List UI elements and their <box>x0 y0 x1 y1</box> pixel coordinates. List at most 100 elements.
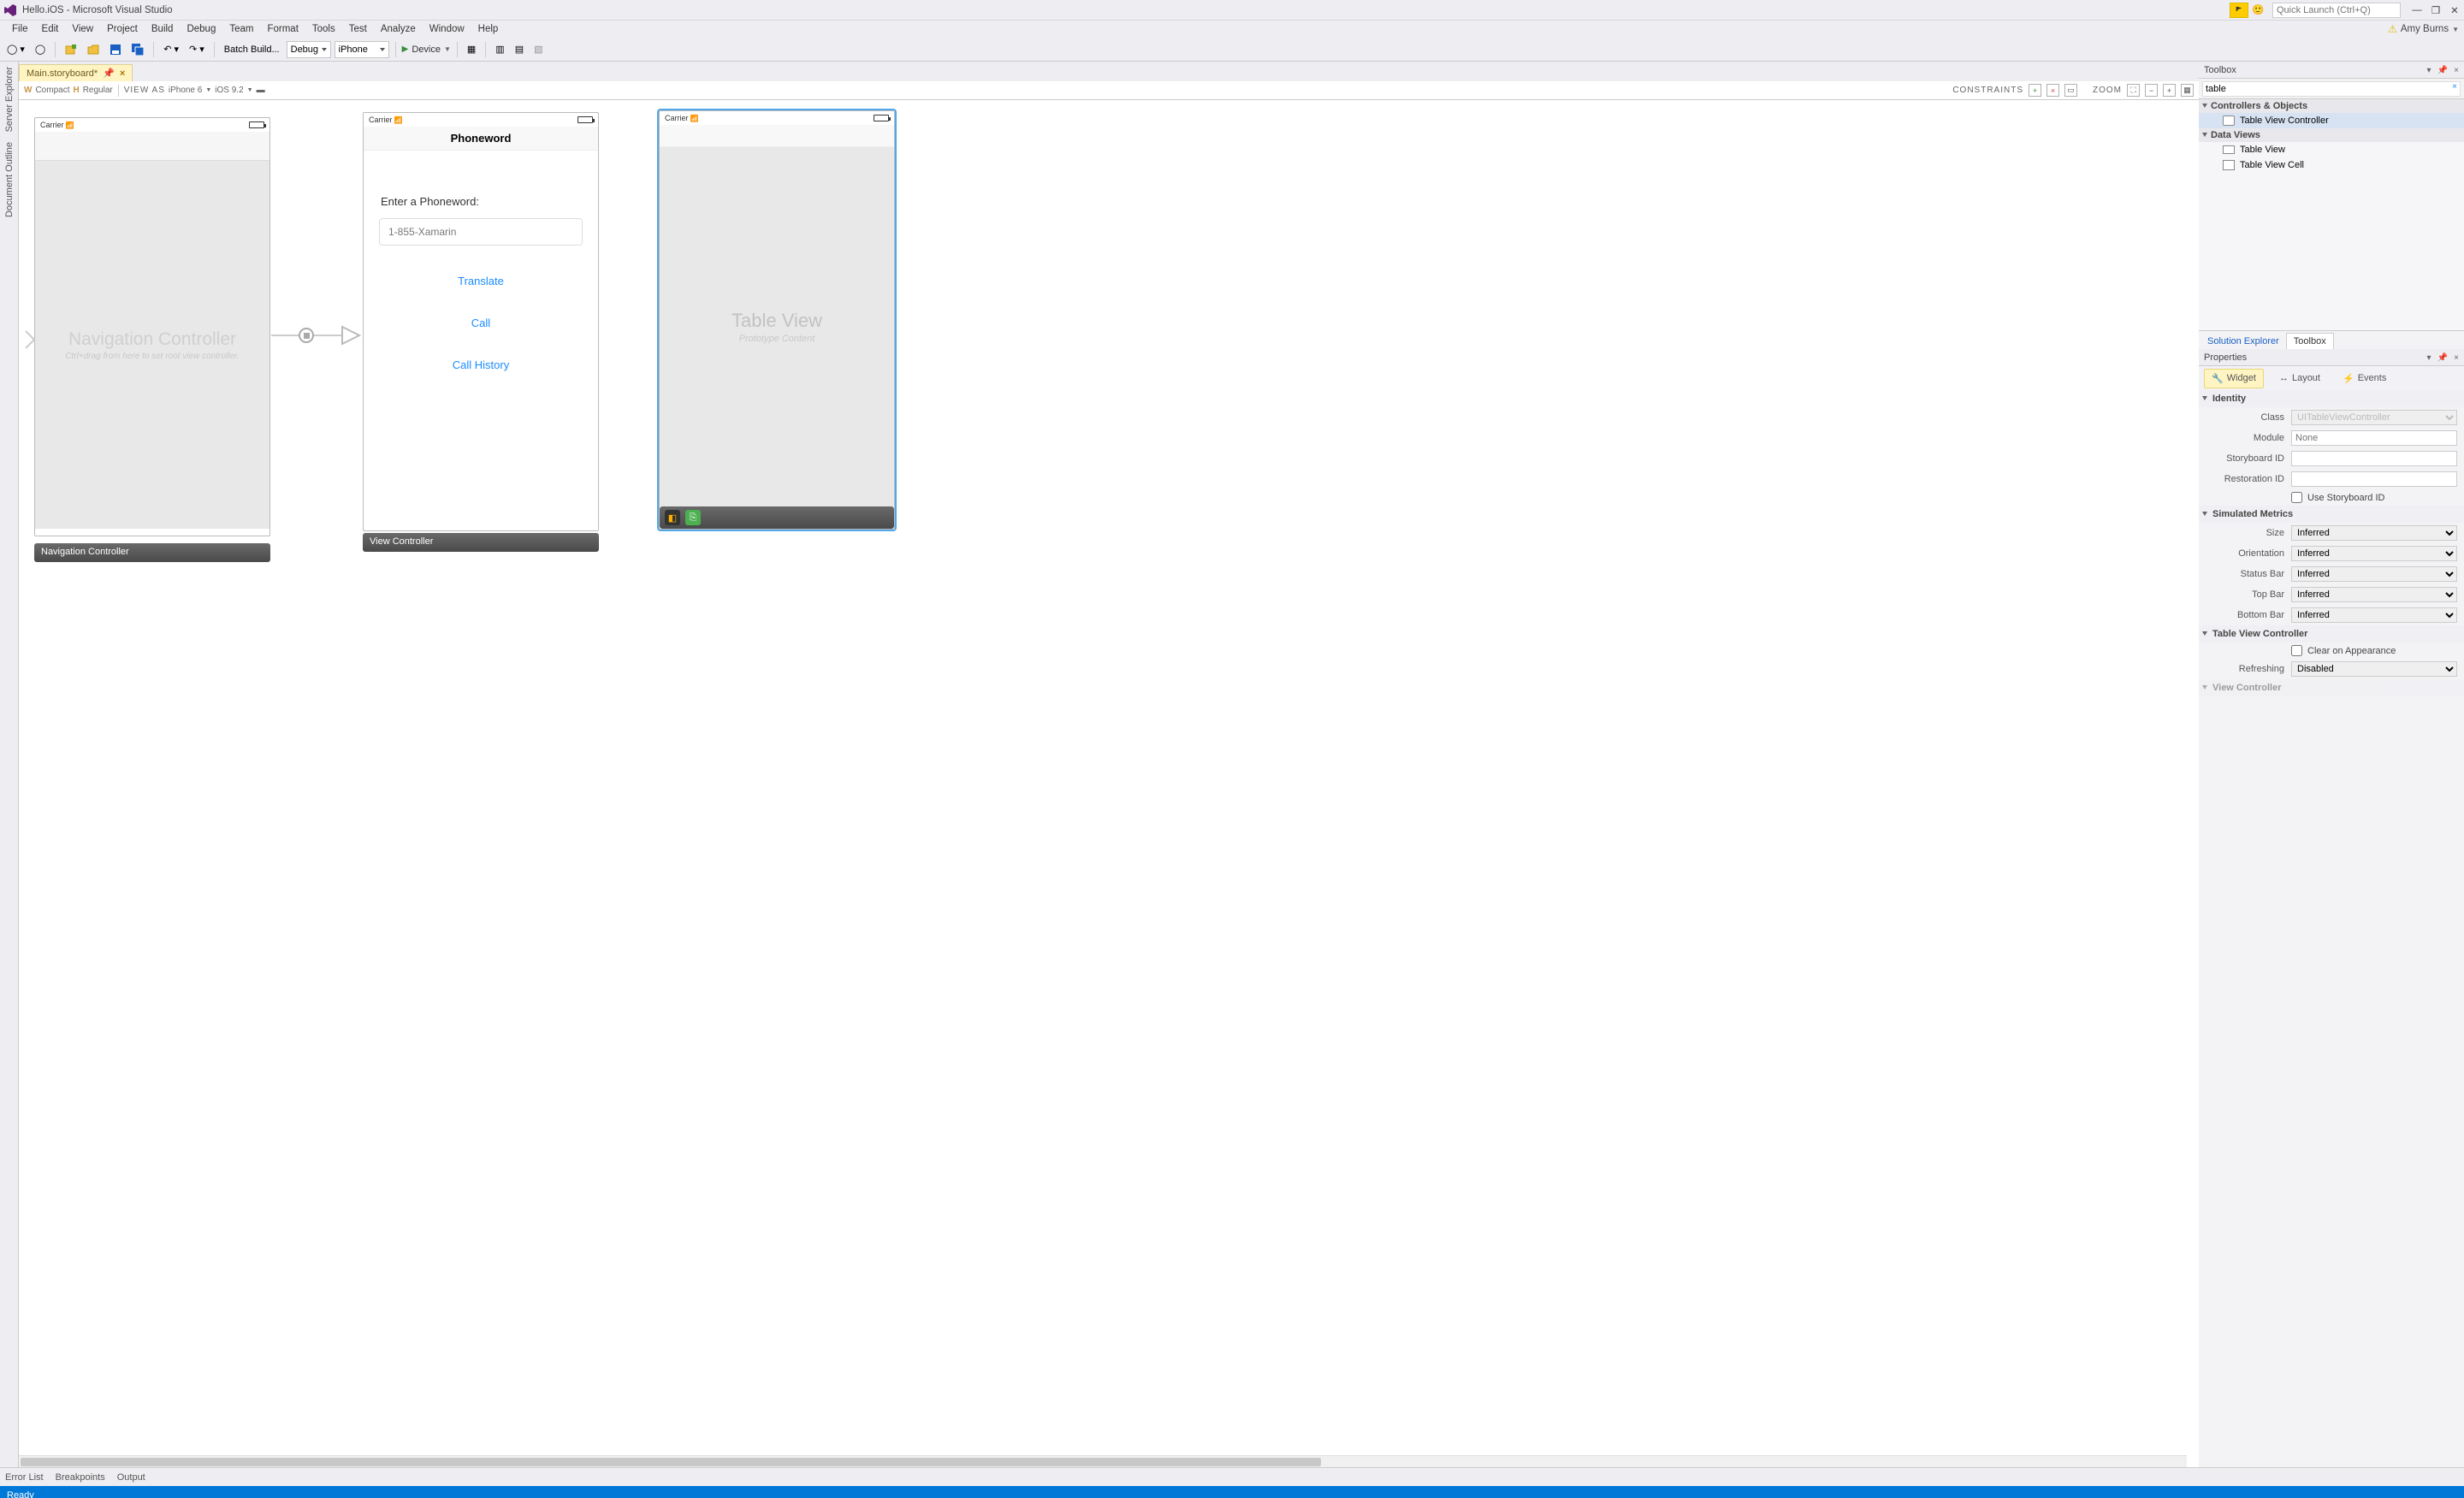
open-file-icon[interactable] <box>84 42 103 57</box>
constraints-add-icon[interactable]: + <box>2029 84 2041 97</box>
output-tab[interactable]: Output <box>117 1472 145 1483</box>
orientation-icon[interactable]: ▬ <box>257 86 265 95</box>
constraints-frame-icon[interactable]: ▭ <box>2064 84 2077 97</box>
topbar-combo[interactable]: Inferred <box>2291 587 2457 602</box>
size-class-h-value[interactable]: Regular <box>83 86 113 95</box>
call-button[interactable]: Call <box>379 317 583 329</box>
panel-pin-icon[interactable]: 📌 <box>2437 353 2448 363</box>
module-field[interactable] <box>2291 430 2457 446</box>
redo-icon[interactable]: ↷ ▾ <box>186 42 208 56</box>
clear-search-icon[interactable]: × <box>2452 82 2457 92</box>
view-as-device[interactable]: iPhone 6 <box>169 86 202 95</box>
toolbar-extra-4[interactable]: ▧ <box>530 42 546 56</box>
toolbox-group[interactable]: Data Views <box>2199 128 2464 142</box>
panel-close-icon[interactable]: × <box>2454 353 2459 363</box>
panel-options-icon[interactable]: ▾ <box>2427 353 2431 363</box>
restore-icon[interactable]: ❐ <box>2430 4 2442 16</box>
view-as-os[interactable]: iOS 9.2 <box>215 86 243 95</box>
zoom-out-icon[interactable]: − <box>2145 84 2158 97</box>
platform-combo[interactable]: iPhone <box>335 41 389 58</box>
new-project-icon[interactable] <box>62 42 80 57</box>
size-class-w-value[interactable]: Compact <box>35 86 69 95</box>
undo-icon[interactable]: ↶ ▾ <box>160 42 182 56</box>
restoration-id-field[interactable] <box>2291 471 2457 487</box>
refreshing-combo[interactable]: Disabled <box>2291 661 2457 677</box>
bottombar-combo[interactable]: Inferred <box>2291 607 2457 623</box>
toolbox-group[interactable]: Controllers & Objects <box>2199 99 2464 113</box>
notifications-icon[interactable] <box>2230 3 2248 18</box>
menu-debug[interactable]: Debug <box>180 22 222 36</box>
menu-project[interactable]: Project <box>100 22 145 36</box>
toolbox-item[interactable]: Table View Controller <box>2199 113 2464 128</box>
zoom-in-icon[interactable]: + <box>2163 84 2176 97</box>
batch-build-button[interactable]: Batch Build... <box>221 43 283 56</box>
close-tab-icon[interactable]: × <box>120 68 125 79</box>
document-outline-tab[interactable]: Document Outline <box>4 142 15 217</box>
close-icon[interactable]: ✕ <box>2449 4 2461 16</box>
config-combo[interactable]: Debug <box>287 41 331 58</box>
nav-back-button[interactable]: ◯ ▾ <box>3 42 28 56</box>
menu-format[interactable]: Format <box>260 22 305 36</box>
storyboard-id-field[interactable] <box>2291 451 2457 466</box>
quick-launch[interactable] <box>2272 3 2401 18</box>
solution-explorer-tab[interactable]: Solution Explorer <box>2200 334 2286 349</box>
toolbox-tab[interactable]: Toolbox <box>2286 333 2334 349</box>
scene-label[interactable]: View Controller <box>363 533 599 552</box>
size-combo[interactable]: Inferred <box>2291 525 2457 541</box>
storyboard-canvas[interactable]: Carrier Navigation Controller Ctrl+drag … <box>19 100 2199 1467</box>
section-simulated[interactable]: Simulated Metrics <box>2199 506 2464 523</box>
menu-tools[interactable]: Tools <box>305 22 342 36</box>
zoom-fit-icon[interactable]: ⛶ <box>2127 84 2140 97</box>
panel-options-icon[interactable]: ▾ <box>2427 66 2431 75</box>
statusbar-combo[interactable]: Inferred <box>2291 566 2457 582</box>
menu-view[interactable]: View <box>65 22 100 36</box>
class-combo[interactable]: UITableViewController <box>2291 410 2457 425</box>
send-feedback-icon[interactable]: 🙂 <box>2252 3 2266 17</box>
section-tvc[interactable]: Table View Controller <box>2199 625 2464 642</box>
toolbar-extra-3[interactable]: ▤ <box>512 42 527 56</box>
toolbar-extra-1[interactable]: ▦ <box>464 42 479 56</box>
nav-forward-button[interactable]: ◯ <box>32 42 49 56</box>
menu-help[interactable]: Help <box>471 22 506 36</box>
first-responder-icon[interactable]: ◧ <box>665 510 680 525</box>
start-debug-button[interactable]: ▶ Device ▼ <box>402 44 451 55</box>
exit-icon[interactable]: ⎘ <box>685 510 701 525</box>
toolbox-search-input[interactable] <box>2202 81 2461 97</box>
quick-launch-input[interactable] <box>2272 3 2401 18</box>
scene-label[interactable]: Navigation Controller <box>34 543 270 562</box>
phoneword-input[interactable]: 1-855-Xamarin <box>379 218 583 246</box>
menu-team[interactable]: Team <box>222 22 260 36</box>
call-history-button[interactable]: Call History <box>379 358 583 371</box>
section-view-controller[interactable]: View Controller <box>2199 679 2464 696</box>
menu-edit[interactable]: Edit <box>35 22 66 36</box>
events-tab[interactable]: ⚡ Events <box>2336 370 2393 388</box>
panel-close-icon[interactable]: × <box>2454 66 2459 75</box>
signed-in-user[interactable]: ⚠ Amy Burns ▼ <box>2388 23 2459 35</box>
menu-window[interactable]: Window <box>423 22 471 36</box>
minimize-icon[interactable]: — <box>2411 4 2423 16</box>
save-all-icon[interactable] <box>128 42 147 57</box>
zoom-actual-icon[interactable]: ▦ <box>2181 84 2194 97</box>
breakpoints-tab[interactable]: Breakpoints <box>56 1472 105 1483</box>
scene-table-view-controller[interactable]: Carrier Table View Prototype Content ◧ ⎘ <box>659 110 895 530</box>
document-tab[interactable]: Main.storyboard* 📌 × <box>19 64 133 81</box>
constraints-remove-icon[interactable]: × <box>2046 84 2059 97</box>
menu-build[interactable]: Build <box>145 22 181 36</box>
orientation-combo[interactable]: Inferred <box>2291 546 2457 561</box>
widget-tab[interactable]: 🔧 Widget <box>2204 369 2264 388</box>
menu-file[interactable]: File <box>5 22 35 36</box>
section-identity[interactable]: Identity <box>2199 390 2464 407</box>
scene-nav-controller[interactable]: Carrier Navigation Controller Ctrl+drag … <box>34 117 270 536</box>
save-icon[interactable] <box>106 42 125 57</box>
toolbar-extra-2[interactable]: ▥ <box>492 42 507 56</box>
translate-button[interactable]: Translate <box>379 275 583 287</box>
scene-view-controller[interactable]: Carrier Phoneword Enter a Phoneword: 1-8… <box>363 112 599 531</box>
toolbox-item[interactable]: Table View <box>2199 142 2464 157</box>
segue-arrow[interactable] <box>271 324 364 346</box>
canvas-h-scrollbar[interactable] <box>19 1455 2187 1467</box>
clear-on-appearance-check[interactable] <box>2291 645 2302 656</box>
pin-icon[interactable]: 📌 <box>103 68 115 79</box>
panel-pin-icon[interactable]: 📌 <box>2437 66 2448 75</box>
menu-test[interactable]: Test <box>342 22 374 36</box>
toolbox-item[interactable]: Table View Cell <box>2199 157 2464 173</box>
